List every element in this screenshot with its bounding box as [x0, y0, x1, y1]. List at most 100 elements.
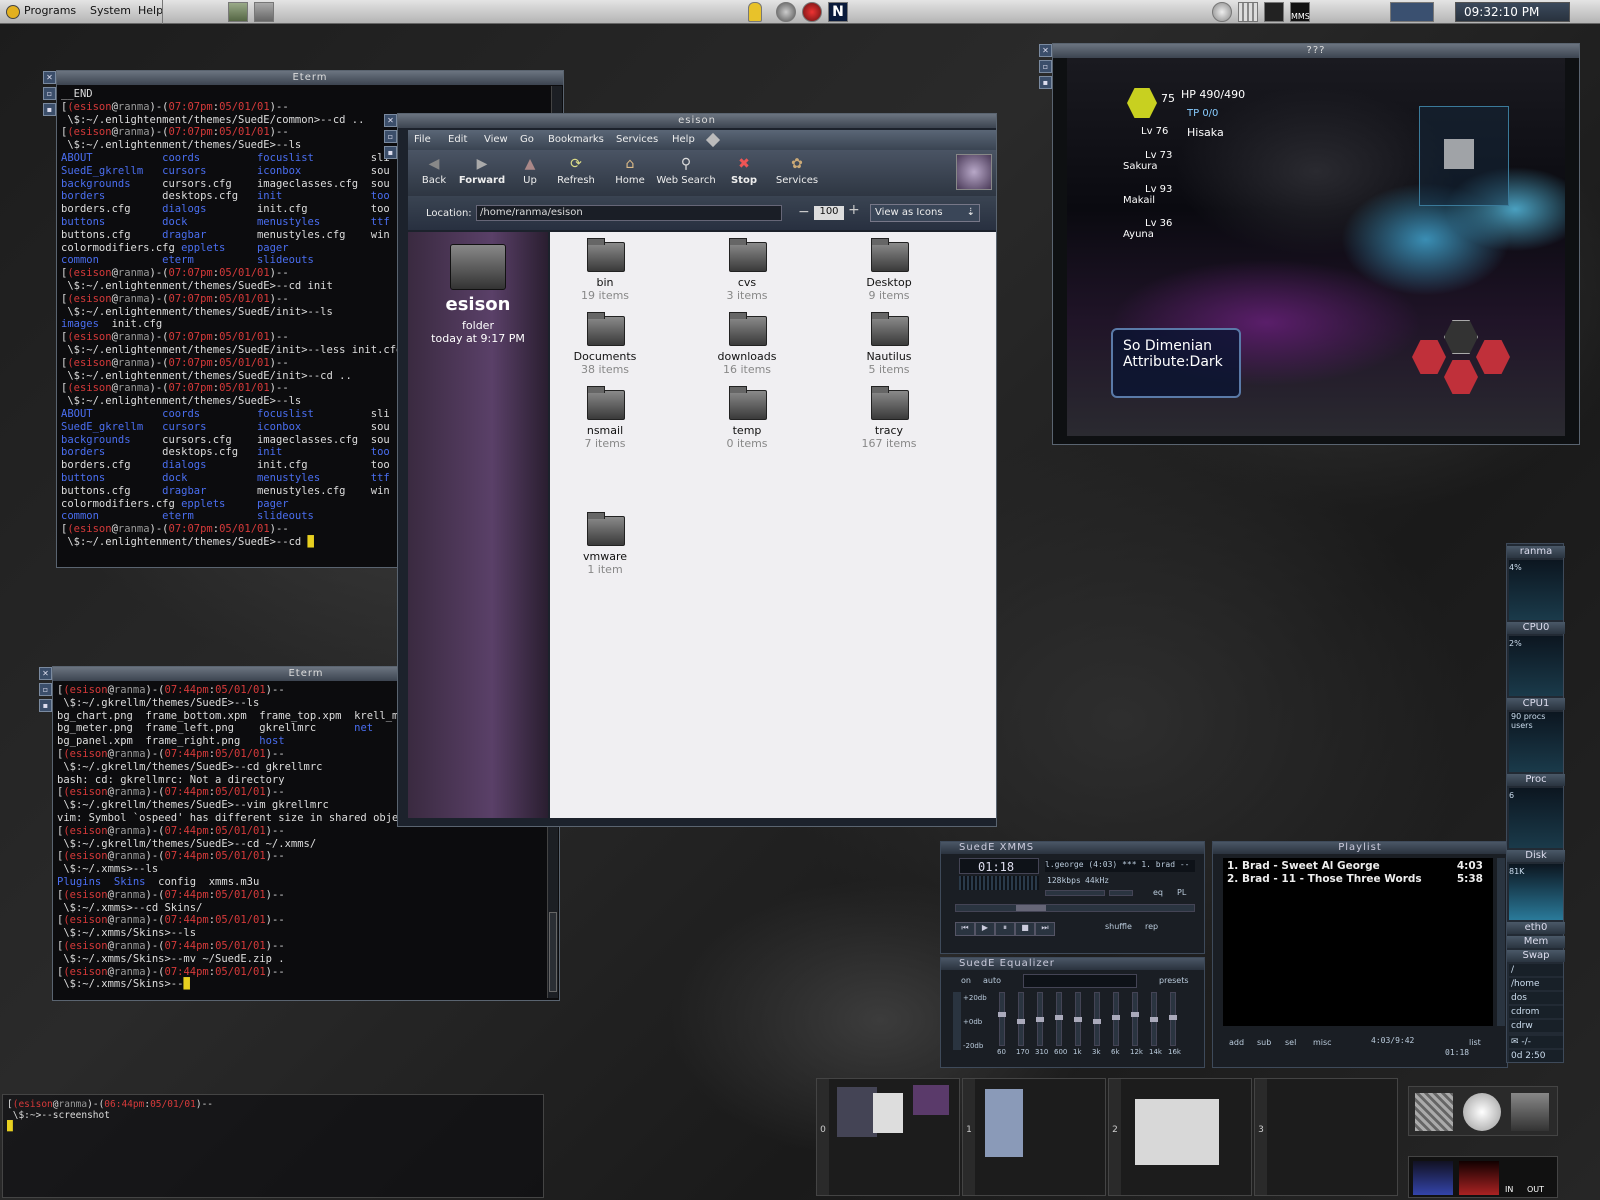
eq-band-slider[interactable] — [1055, 992, 1063, 1046]
eq-band-slider[interactable] — [1074, 992, 1082, 1046]
close-icon[interactable]: ✕ — [384, 114, 397, 127]
zoom-out-icon[interactable]: − — [798, 204, 810, 220]
xmms-equalizer-window[interactable]: SuedE Equalizer on auto presets +20db +0… — [940, 957, 1205, 1068]
menu-file[interactable]: File — [414, 134, 431, 145]
eterm-window-screenshot[interactable]: [(esison@ranma)-(06:44pm:05/01/01)-- \$:… — [2, 1094, 544, 1198]
cd-launcher-icon[interactable] — [1212, 2, 1232, 22]
shade-icon[interactable]: ▫ — [43, 87, 56, 100]
eterm-titlebar[interactable]: Eterm — [57, 71, 563, 85]
mms-launcher-icon[interactable]: MMS — [1290, 2, 1310, 22]
pl-misc-button[interactable]: misc — [1313, 1038, 1332, 1047]
folder-item[interactable]: nsmail 7 items — [560, 386, 650, 450]
pl-list-button[interactable]: list — [1469, 1038, 1481, 1047]
web-search-button[interactable]: ⚲ Web Search — [654, 152, 718, 194]
game-window[interactable]: ??? ✕ ▫ ▪ 75 HP 490/490 TP 0/0 Lv 76 His… — [1039, 43, 1580, 445]
fs-dos[interactable]: dos — [1509, 992, 1563, 1004]
seek-bar[interactable] — [955, 904, 1195, 912]
playlist-list[interactable]: 1. Brad - Sweet Al George 4:03 2. Brad - … — [1223, 858, 1493, 1026]
monitor-launcher-icon[interactable] — [1264, 2, 1284, 22]
gnome-foot-icon[interactable] — [6, 5, 20, 19]
fs-home[interactable]: /home — [1509, 978, 1563, 990]
pl-toggle[interactable]: PL — [1177, 888, 1186, 897]
folder-item[interactable]: Desktop 9 items — [844, 238, 934, 302]
terminal-launcher-icon[interactable] — [254, 2, 274, 22]
menu-view[interactable]: View — [484, 134, 508, 145]
play-icon[interactable]: ▶ — [975, 922, 995, 936]
keyboard-dock-icon[interactable] — [1415, 1093, 1453, 1131]
cd-dock-icon[interactable] — [1463, 1093, 1501, 1131]
mail-counter[interactable]: ✉ -/- — [1509, 1036, 1563, 1048]
folder-item[interactable]: Nautilus 5 items — [844, 312, 934, 376]
forward-button[interactable]: ▶ Forward — [458, 152, 506, 194]
balance-slider[interactable] — [1109, 890, 1133, 896]
back-button[interactable]: ◀ Back — [410, 152, 458, 194]
iconify-icon[interactable]: ▪ — [1039, 76, 1052, 89]
close-icon[interactable]: ✕ — [39, 667, 52, 680]
programs-menu[interactable]: Programs — [24, 4, 76, 17]
gkrellm-monitor[interactable]: ranma 4% CPU0 2% CPU1 90 procs users Proc… — [1506, 543, 1565, 1063]
prev-icon[interactable]: ⏮ — [955, 922, 975, 936]
zoom-in-icon[interactable]: + — [848, 202, 860, 218]
load-applet[interactable] — [1390, 2, 1434, 22]
icon-view[interactable]: bin 19 items cvs 3 items Desktop 9 items Docum… — [550, 232, 996, 818]
up-button[interactable]: ▲ Up — [506, 152, 554, 194]
pager-desk-0[interactable]: 0 — [816, 1078, 960, 1196]
menu-services[interactable]: Services — [616, 134, 658, 145]
fs-root[interactable]: / — [1509, 964, 1563, 976]
location-input[interactable]: /home/ranma/esison — [476, 205, 782, 221]
pager-desk-2[interactable]: 2 — [1108, 1078, 1252, 1196]
iconify-icon[interactable]: ▪ — [39, 699, 52, 712]
eq-band-slider[interactable] — [1112, 992, 1120, 1046]
pl-sub-button[interactable]: sub — [1257, 1038, 1271, 1047]
eq-band-slider[interactable] — [1131, 992, 1139, 1046]
help-menu[interactable]: Help — [138, 4, 163, 17]
menu-help[interactable]: Help — [672, 134, 695, 145]
folder-item[interactable]: cvs 3 items — [702, 238, 792, 302]
pause-icon[interactable]: ⏸ — [995, 922, 1015, 936]
shade-icon[interactable]: ▫ — [1039, 60, 1052, 73]
pl-add-button[interactable]: add — [1229, 1038, 1244, 1047]
fs-cdrom[interactable]: cdrom — [1509, 1006, 1563, 1018]
playlist-item[interactable]: 1. Brad - Sweet Al George 4:03 — [1227, 860, 1489, 873]
home-button[interactable]: ⌂ Home — [606, 152, 654, 194]
close-icon[interactable]: ✕ — [43, 71, 56, 84]
stop-icon[interactable]: ■ — [1015, 922, 1035, 936]
close-icon[interactable]: ✕ — [1039, 44, 1052, 57]
folder-item[interactable]: tracy 167 items — [844, 386, 934, 450]
playlist-item[interactable]: 2. Brad - 11 - Those Three Words 5:38 — [1227, 873, 1489, 886]
volume-slider[interactable] — [1045, 890, 1105, 896]
iconify-icon[interactable]: ▪ — [43, 103, 56, 116]
terminal-output[interactable]: [(esison@ranma)-(06:44pm:05/01/01)-- \$:… — [7, 1099, 529, 1195]
folder-item[interactable]: downloads 16 items — [702, 312, 792, 376]
preamp-slider[interactable] — [953, 992, 961, 1050]
xmms-titlebar[interactable]: SuedE XMMS — [941, 842, 1204, 854]
pl-sel-button[interactable]: sel — [1285, 1038, 1296, 1047]
netscape-launcher-icon[interactable]: N — [828, 2, 848, 22]
eq-band-slider[interactable] — [1093, 992, 1101, 1046]
system-menu[interactable]: System — [90, 4, 131, 17]
iconify-icon[interactable]: ▪ — [384, 146, 397, 159]
xmms-playlist-window[interactable]: Playlist 1. Brad - Sweet Al George 4:03 2… — [1212, 841, 1508, 1068]
gears-launcher-icon[interactable] — [776, 2, 796, 22]
pager-desk-3[interactable]: 3 — [1254, 1078, 1398, 1196]
game-titlebar[interactable]: ??? — [1053, 44, 1579, 58]
redhat-launcher-icon[interactable] — [802, 2, 822, 22]
folder-item[interactable]: Documents 38 items — [560, 312, 650, 376]
nautilus-titlebar[interactable]: esison — [398, 114, 996, 128]
next-icon[interactable]: ⏭ — [1035, 922, 1055, 936]
shade-icon[interactable]: ▫ — [384, 130, 397, 143]
diamond-icon[interactable] — [705, 132, 721, 148]
menu-edit[interactable]: Edit — [448, 134, 467, 145]
penguin-launcher-icon[interactable] — [748, 2, 762, 22]
refresh-button[interactable]: ⟳ Refresh — [552, 152, 600, 194]
nautilus-window[interactable]: esison ✕ ▫ ▪ File Edit View Go Bookmarks… — [384, 113, 997, 827]
menu-bookmarks[interactable]: Bookmarks — [548, 134, 604, 145]
eq-band-slider[interactable] — [1036, 992, 1044, 1046]
equalizer-titlebar[interactable]: SuedE Equalizer — [941, 958, 1204, 970]
panel-clock[interactable]: 09:32:10 PM — [1455, 2, 1570, 22]
eq-band-slider[interactable] — [1017, 992, 1025, 1046]
shuffle-toggle[interactable]: shuffle — [1105, 922, 1132, 931]
menu-go[interactable]: Go — [520, 134, 534, 145]
zoom-level[interactable]: 100 — [814, 206, 844, 220]
folder-item[interactable]: temp 0 items — [702, 386, 792, 450]
